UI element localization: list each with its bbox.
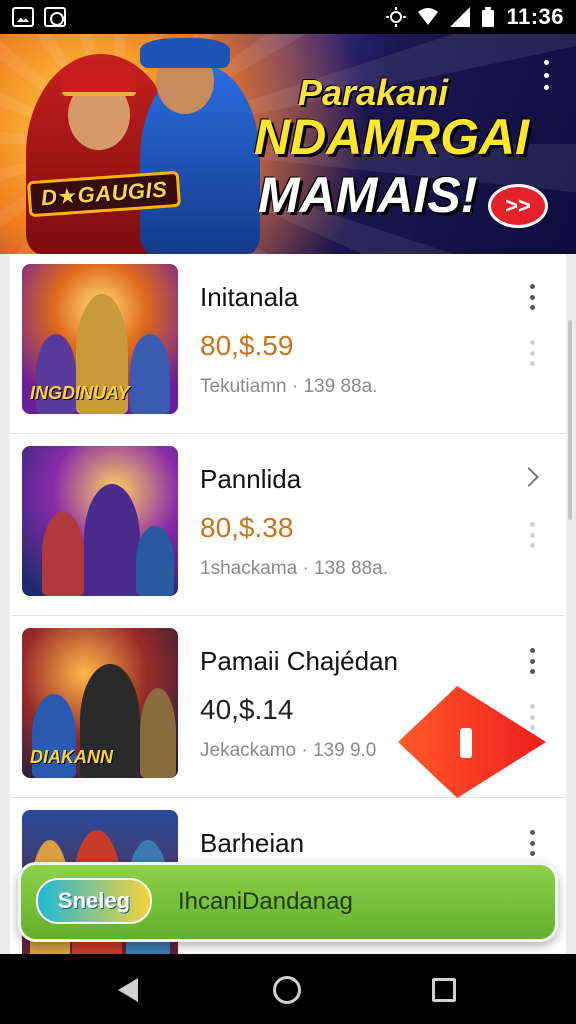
more-options-icon[interactable] — [526, 648, 538, 674]
game-title: Pamaii Chajédan — [200, 646, 399, 676]
status-bar: 11:36 — [0, 0, 576, 34]
list-item[interactable]: Pannlida 80,$.38 1shackama · 138 88a. — [10, 436, 566, 616]
banner-headline-line3: MAMAIS! — [258, 167, 478, 223]
game-list: INGDINUAY Initanala 80,$.59 Tekutiamn · … — [10, 254, 566, 954]
game-thumbnail — [22, 446, 178, 596]
battery-icon — [482, 7, 495, 27]
game-price: 40,$.14 — [200, 694, 294, 725]
game-title: Pannlida — [200, 464, 302, 494]
game-price: 80,$.59 — [200, 330, 294, 361]
game-thumbnail: DIAKANN — [22, 628, 178, 778]
app-notification-icon — [44, 7, 66, 27]
wifi-icon — [418, 8, 439, 25]
floating-arrow-bar — [460, 728, 472, 758]
thumbnail-figure — [140, 688, 176, 778]
thumbnail-caption: DIAKANN — [30, 747, 113, 767]
banner-more-icon[interactable] — [538, 60, 554, 90]
thumbnail-figure — [84, 484, 140, 596]
thumbnail-figure — [130, 334, 170, 414]
status-time: 11:36 — [506, 4, 564, 29]
banner-hero-red-hat — [62, 66, 136, 96]
back-icon[interactable] — [118, 978, 138, 1002]
more-options-icon[interactable] — [526, 522, 538, 548]
chevron-right-icon[interactable] — [519, 467, 539, 487]
thumbnail-caption: INGDINUAY — [30, 383, 130, 403]
banner-hero-blue-hat — [140, 38, 230, 68]
banner-play-button[interactable]: >> — [488, 184, 548, 228]
fast-forward-icon: >> — [505, 193, 531, 218]
game-title: Initanala — [200, 282, 299, 312]
game-title: Barheian — [200, 828, 305, 858]
recents-icon[interactable] — [432, 978, 456, 1002]
more-options-icon[interactable] — [526, 284, 538, 310]
bottom-button-badge: Sneleg — [36, 878, 152, 924]
brightness-icon — [386, 7, 407, 27]
thumbnail-figure — [42, 512, 84, 596]
list-scrollbar[interactable] — [568, 320, 572, 520]
more-options-icon[interactable] — [526, 830, 538, 856]
signal-icon — [450, 7, 471, 27]
game-meta: 1shackama · 138 88a. — [200, 558, 389, 579]
more-options-icon[interactable] — [526, 704, 538, 730]
list-item[interactable]: INGDINUAY Initanala 80,$.59 Tekutiamn · … — [10, 254, 566, 434]
bottom-button-label: IhcaniDandanag — [178, 888, 353, 915]
gallery-notification-icon — [12, 7, 34, 27]
thumbnail-figure — [136, 526, 174, 596]
home-icon[interactable] — [273, 976, 301, 1004]
game-meta: Jekackamo · 139 9.0 — [200, 740, 377, 761]
game-meta: Tekutiamn · 139 88a. — [200, 376, 378, 397]
game-price: 80,$.38 — [200, 512, 294, 543]
more-options-icon[interactable] — [526, 340, 538, 366]
game-thumbnail: INGDINUAY — [22, 264, 178, 414]
banner-headline-line2: NDAMRGAI — [254, 109, 529, 165]
